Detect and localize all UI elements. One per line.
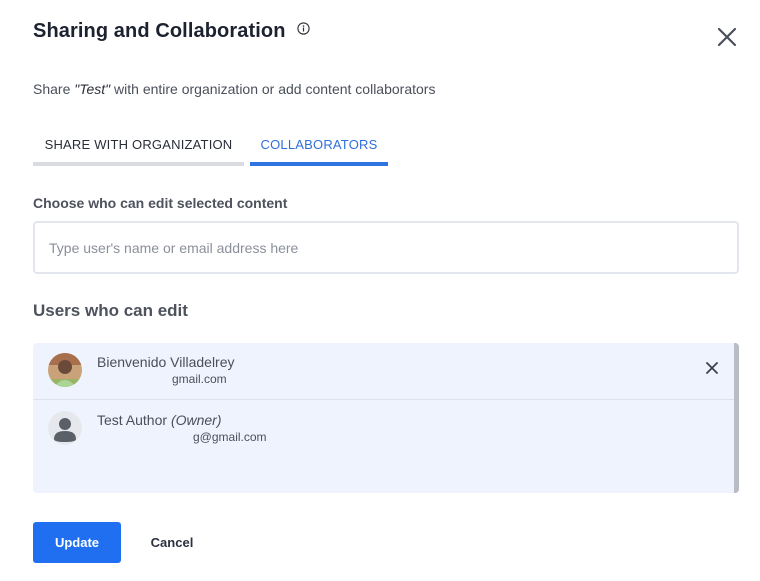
update-button[interactable]: Update bbox=[33, 522, 121, 563]
user-role: (Owner) bbox=[170, 412, 222, 428]
user-email: gmail.com bbox=[172, 372, 227, 386]
dialog-header: Sharing and Collaboration bbox=[33, 20, 310, 43]
close-icon[interactable] bbox=[716, 26, 738, 48]
user-search-input[interactable] bbox=[33, 221, 739, 274]
editor-field-label: Choose who can edit selected content bbox=[33, 195, 288, 211]
user-silhouette-icon bbox=[48, 411, 82, 445]
cancel-button[interactable]: Cancel bbox=[141, 522, 203, 563]
user-email: g@gmail.com bbox=[193, 430, 267, 444]
content-name: "Test" bbox=[74, 81, 111, 97]
user-name-text: Test Author bbox=[97, 412, 168, 428]
user-name: Bienvenido Villadelrey bbox=[97, 354, 235, 370]
subtitle-suffix: with entire organization or add content … bbox=[110, 81, 436, 97]
subtitle-prefix: Share bbox=[33, 81, 75, 97]
dialog-title: Sharing and Collaboration bbox=[33, 20, 286, 42]
user-list: Bienvenido Villadelrey gmail.com Test Au… bbox=[33, 343, 739, 493]
list-item: Bienvenido Villadelrey gmail.com bbox=[33, 343, 734, 400]
user-name: Test Author (Owner) bbox=[97, 412, 222, 428]
users-section-heading: Users who can edit bbox=[33, 301, 188, 320]
remove-user-icon[interactable] bbox=[705, 361, 719, 375]
dialog-subtitle: Share "Test" with entire organization or… bbox=[33, 81, 435, 97]
scrollbar[interactable] bbox=[734, 343, 739, 493]
avatar bbox=[48, 353, 82, 387]
list-item: Test Author (Owner) g@gmail.com bbox=[33, 401, 734, 458]
info-icon[interactable] bbox=[296, 22, 310, 35]
tab-share-with-organization[interactable]: SHARE WITH ORGANIZATION bbox=[33, 128, 244, 166]
tab-collaborators[interactable]: COLLABORATORS bbox=[250, 128, 388, 166]
